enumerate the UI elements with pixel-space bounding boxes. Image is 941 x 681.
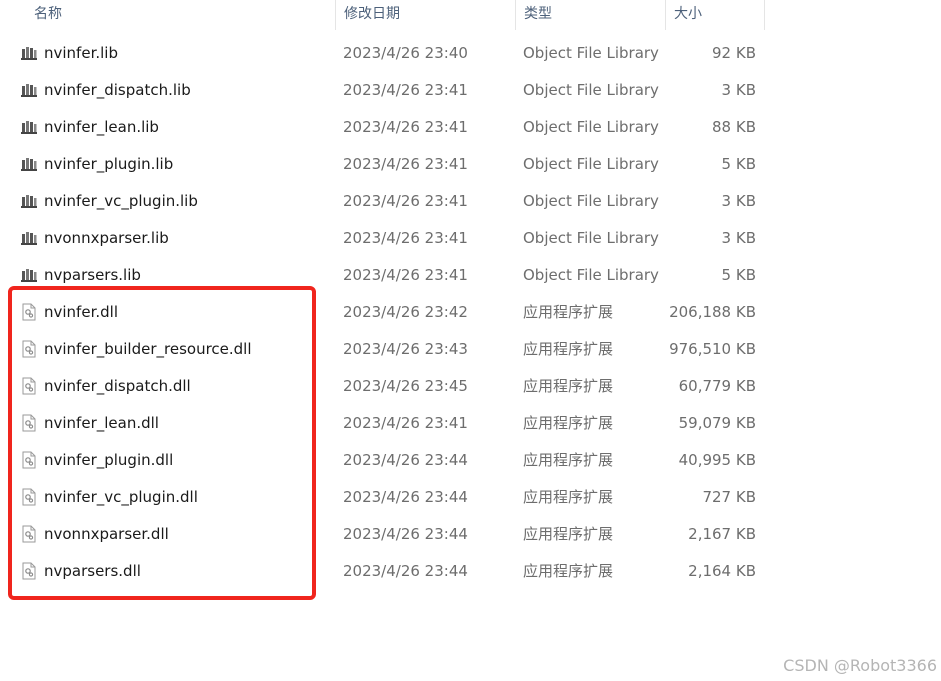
column-header-date[interactable]: 修改日期 (335, 0, 515, 30)
file-name: nvinfer_dispatch.lib (44, 81, 191, 99)
file-row[interactable]: nvinfer_plugin.lib 2023/4/26 23:41 Object … (0, 146, 941, 183)
file-size: 5 KB (721, 155, 756, 173)
lib-icon (20, 155, 38, 173)
file-date: 2023/4/26 23:41 (343, 155, 468, 173)
file-size: 3 KB (721, 229, 756, 247)
file-date: 2023/4/26 23:41 (343, 118, 468, 136)
file-type: 应用程序扩展 (523, 414, 614, 432)
lib-icon (20, 229, 38, 247)
file-type: Object File Library (523, 266, 659, 284)
file-name: nvinfer_plugin.lib (44, 155, 174, 173)
lib-icon (20, 266, 38, 284)
lib-icon (20, 192, 38, 210)
file-date: 2023/4/26 23:41 (343, 414, 468, 432)
column-header-bar: 名称 修改日期 类型 ^ 大小 (0, 0, 941, 30)
column-header-type-label: 类型 (524, 6, 552, 22)
file-type: Object File Library (523, 44, 659, 62)
file-size: 59,079 KB (678, 414, 756, 432)
lib-icon (20, 118, 38, 136)
file-row[interactable]: nvinfer_lean.lib 2023/4/26 23:41 Object Fi… (0, 109, 941, 146)
watermark: CSDN @Robot3366 (783, 656, 937, 675)
file-type: 应用程序扩展 (523, 451, 614, 469)
file-size: 60,779 KB (678, 377, 756, 395)
file-date: 2023/4/26 23:40 (343, 44, 468, 62)
file-size: 2,164 KB (688, 562, 756, 580)
file-date: 2023/4/26 23:42 (343, 303, 468, 321)
file-size: 206,188 KB (669, 303, 756, 321)
file-row[interactable]: nvinfer_dispatch.lib 2023/4/26 23:41 Objec… (0, 72, 941, 109)
dll-highlight-box (8, 286, 316, 600)
file-row[interactable]: nvinfer.lib 2023/4/26 23:40 Object File Li… (0, 35, 941, 72)
column-header-name[interactable]: 名称 (26, 0, 334, 30)
file-size: 2,167 KB (688, 525, 756, 543)
file-row[interactable]: nvonnxparser.lib 2023/4/26 23:41 Object Fi… (0, 220, 941, 257)
file-size: 727 KB (702, 488, 756, 506)
file-date: 2023/4/26 23:43 (343, 340, 468, 358)
file-size: 3 KB (721, 81, 756, 99)
file-name: nvinfer_lean.lib (44, 118, 159, 136)
file-size: 88 KB (712, 118, 756, 136)
file-date: 2023/4/26 23:41 (343, 229, 468, 247)
sort-indicator-icon: ^ (584, 0, 594, 7)
file-type: 应用程序扩展 (523, 377, 614, 395)
file-type: Object File Library (523, 229, 659, 247)
file-type: Object File Library (523, 192, 659, 210)
file-size: 5 KB (721, 266, 756, 284)
file-type: Object File Library (523, 155, 659, 173)
file-name: nvinfer.lib (44, 44, 118, 62)
file-size: 92 KB (712, 44, 756, 62)
file-size: 40,995 KB (678, 451, 756, 469)
file-name: nvonnxparser.lib (44, 229, 169, 247)
file-type: 应用程序扩展 (523, 525, 614, 543)
column-header-name-label: 名称 (34, 6, 62, 22)
file-date: 2023/4/26 23:44 (343, 451, 468, 469)
file-type: 应用程序扩展 (523, 488, 614, 506)
file-row[interactable]: nvinfer_vc_plugin.lib 2023/4/26 23:41 Obje… (0, 183, 941, 220)
file-size: 3 KB (721, 192, 756, 210)
lib-icon (20, 44, 38, 62)
file-type: 应用程序扩展 (523, 340, 614, 358)
file-date: 2023/4/26 23:41 (343, 81, 468, 99)
file-date: 2023/4/26 23:44 (343, 525, 468, 543)
file-type: Object File Library (523, 81, 659, 99)
file-type: 应用程序扩展 (523, 303, 614, 321)
file-type: Object File Library (523, 118, 659, 136)
file-name: nvinfer_vc_plugin.lib (44, 192, 198, 210)
file-date: 2023/4/26 23:41 (343, 266, 468, 284)
file-date: 2023/4/26 23:44 (343, 562, 468, 580)
file-date: 2023/4/26 23:44 (343, 488, 468, 506)
column-header-size[interactable]: 大小 (665, 0, 765, 30)
column-header-size-label: 大小 (674, 6, 702, 22)
column-header-date-label: 修改日期 (344, 6, 400, 22)
file-type: 应用程序扩展 (523, 562, 614, 580)
file-size: 976,510 KB (669, 340, 756, 358)
file-date: 2023/4/26 23:45 (343, 377, 468, 395)
file-date: 2023/4/26 23:41 (343, 192, 468, 210)
lib-icon (20, 81, 38, 99)
